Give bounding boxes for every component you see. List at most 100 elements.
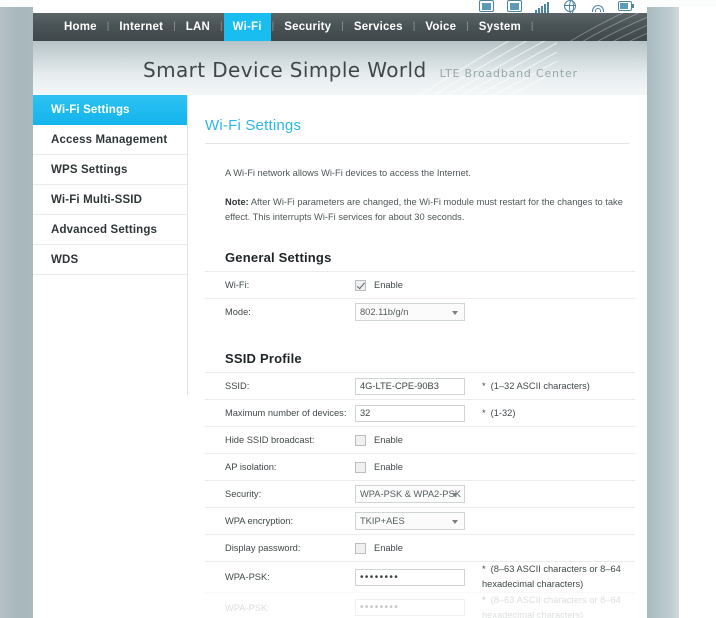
row-ap-isolation: AP isolation: Enable (205, 453, 635, 480)
ssid-profile-heading: SSID Profile (225, 351, 302, 367)
mode-field: 802.11b/g/n (355, 303, 470, 322)
max-devices-input[interactable] (355, 404, 465, 422)
note-paragraph: Note: After Wi-Fi parameters are changed… (225, 195, 635, 224)
mode-select-value: 802.11b/g/n (360, 307, 409, 318)
wifi-enable-label: Enable (374, 280, 403, 291)
display-password-checkbox[interactable] (355, 542, 366, 554)
required-marker: * (482, 407, 486, 418)
banner-slogan: Smart Device Simple World (143, 58, 427, 82)
wifi-enable-checkbox[interactable] (355, 279, 366, 291)
sidebar-item-wifi-multi-ssid[interactable]: Wi-Fi Multi-SSID (33, 185, 187, 215)
security-label: Security: (225, 489, 262, 500)
page-title: Wi-Fi Settings (205, 117, 302, 134)
battery-icon (618, 0, 635, 13)
wpa-psk-label: WPA-PSK: (225, 572, 270, 583)
row-wpa-psk-ghost-artifact: WPA-PSK: *(8–63 ASCII characters or 8–64… (205, 591, 635, 618)
banner-subtitle: LTE Broadband Center (439, 67, 578, 80)
note-text: After Wi-Fi parameters are changed, the … (225, 197, 623, 222)
sidebar-navigation: Wi-Fi Settings Access Management WPS Set… (33, 95, 188, 395)
mode-label: Mode: (225, 307, 251, 318)
wpa-psk-input[interactable] (355, 568, 465, 586)
wpa-psk-hint: * (8–63 ASCII characters or 8–64 hexadeci… (470, 562, 635, 592)
row-max-devices: Maximum number of devices: * (1-32) (205, 399, 635, 426)
nav-item-system[interactable]: System (470, 13, 530, 41)
hide-ssid-enable-label: Enable (374, 435, 403, 446)
chevron-down-icon (452, 519, 458, 524)
page-right-gutter (647, 6, 679, 618)
nav-item-wifi[interactable]: Wi-Fi (223, 13, 271, 41)
page-left-gutter (0, 6, 33, 618)
ssid-label: SSID: (225, 381, 250, 392)
nav-item-internet[interactable]: Internet (110, 13, 172, 41)
required-marker: * (482, 594, 486, 605)
title-divider (205, 143, 629, 144)
chevron-down-icon (452, 492, 458, 497)
security-select-value: WPA-PSK & WPA2-PSK (360, 489, 461, 500)
nav-item-services[interactable]: Services (345, 13, 412, 41)
ap-isolation-field: Enable (355, 461, 470, 473)
general-settings-heading: General Settings (225, 250, 332, 266)
brand-banner: Smart Device Simple World LTE Broadband … (33, 41, 647, 95)
wpa-psk-ghost-hint: * (8–63 ASCII characters or 8–64 hexadeci… (470, 593, 635, 618)
row-wifi-enable: Wi-Fi: Enable (205, 271, 635, 298)
ap-isolation-enable-label: Enable (374, 462, 403, 473)
max-devices-hint: * (1-32) (470, 406, 515, 421)
chevron-down-icon (452, 310, 458, 315)
wifi-icon (590, 0, 607, 13)
ssid-hint: * (1–32 ASCII characters) (470, 379, 590, 394)
main-navigation: Home | Internet | LAN | Wi-Fi | Security… (33, 13, 647, 41)
ssid-hint-text: (1–32 ASCII characters) (490, 380, 590, 391)
nav-swoosh-decoration (569, 13, 647, 41)
row-display-password: Display password: Enable (205, 534, 635, 561)
max-devices-field (355, 404, 470, 422)
hide-ssid-field: Enable (355, 434, 470, 446)
sidebar-item-access-management[interactable]: Access Management (33, 125, 187, 155)
display-password-enable-label: Enable (374, 543, 403, 554)
ap-isolation-checkbox[interactable] (355, 461, 366, 473)
display-password-field: Enable (355, 542, 470, 554)
wpa-psk-field (355, 568, 470, 586)
device-status-bar (33, 0, 647, 13)
max-devices-hint-text: (1-32) (490, 407, 516, 418)
wpa-encryption-select-value: TKIP+AES (360, 516, 405, 527)
wifi-label: Wi-Fi: (225, 280, 250, 291)
row-wpa-encryption: WPA encryption: TKIP+AES (205, 507, 635, 534)
sidebar-item-wps-settings[interactable]: WPS Settings (33, 155, 187, 185)
nav-item-lan[interactable]: LAN (177, 13, 219, 41)
content-panel: Wi-Fi Settings A Wi-Fi network allows Wi… (205, 95, 635, 618)
wpa-psk-hint-text: (8–63 ASCII characters or 8–64 hexadecim… (482, 564, 621, 590)
page-body: Wi-Fi Settings Access Management WPS Set… (33, 95, 647, 618)
globe-icon (562, 0, 579, 13)
hide-ssid-checkbox[interactable] (355, 434, 366, 446)
wpa-psk-ghost-label: WPA-PSK: (225, 602, 270, 613)
row-wpa-psk: WPA-PSK: *(8–63 ASCII characters or 8–64… (205, 561, 635, 592)
wpa-psk-ghost-hint-text: (8–63 ASCII characters or 8–64 hexadecim… (482, 594, 621, 618)
row-ssid: SSID: * (1–32 ASCII characters) (205, 372, 635, 399)
max-devices-label: Maximum number of devices: (225, 408, 347, 419)
wpa-encryption-field: TKIP+AES (355, 512, 470, 531)
row-security: Security: WPA-PSK & WPA2-PSK (205, 480, 635, 507)
ssid-input[interactable] (355, 377, 465, 395)
wpa-psk-ghost-input (355, 599, 465, 617)
nav-item-security[interactable]: Security (275, 13, 340, 41)
security-select[interactable]: WPA-PSK & WPA2-PSK (355, 485, 465, 504)
banner-slogan-group: Smart Device Simple World LTE Broadband … (143, 58, 578, 82)
hide-ssid-label: Hide SSID broadcast: (225, 435, 315, 446)
security-field: WPA-PSK & WPA2-PSK (355, 485, 470, 504)
ap-isolation-label: AP isolation: (225, 462, 277, 473)
sms-icon (506, 0, 523, 13)
intro-paragraph: A Wi-Fi network allows Wi-Fi devices to … (225, 168, 471, 178)
nav-item-voice[interactable]: Voice (416, 13, 465, 41)
wpa-psk-ghost-field (355, 599, 470, 617)
nav-item-home[interactable]: Home (55, 13, 106, 41)
required-marker: * (482, 564, 486, 575)
required-marker: * (482, 380, 486, 391)
mode-select[interactable]: 802.11b/g/n (355, 303, 465, 322)
note-label: Note: (225, 197, 249, 208)
nav-separator: | (530, 21, 534, 32)
wpa-encryption-select[interactable]: TKIP+AES (355, 512, 465, 531)
sidebar-item-advanced-settings[interactable]: Advanced Settings (33, 215, 187, 245)
sidebar-item-wifi-settings[interactable]: Wi-Fi Settings (33, 95, 187, 125)
sidebar-item-wds[interactable]: WDS (33, 245, 187, 275)
signal-bars-icon (534, 0, 551, 13)
